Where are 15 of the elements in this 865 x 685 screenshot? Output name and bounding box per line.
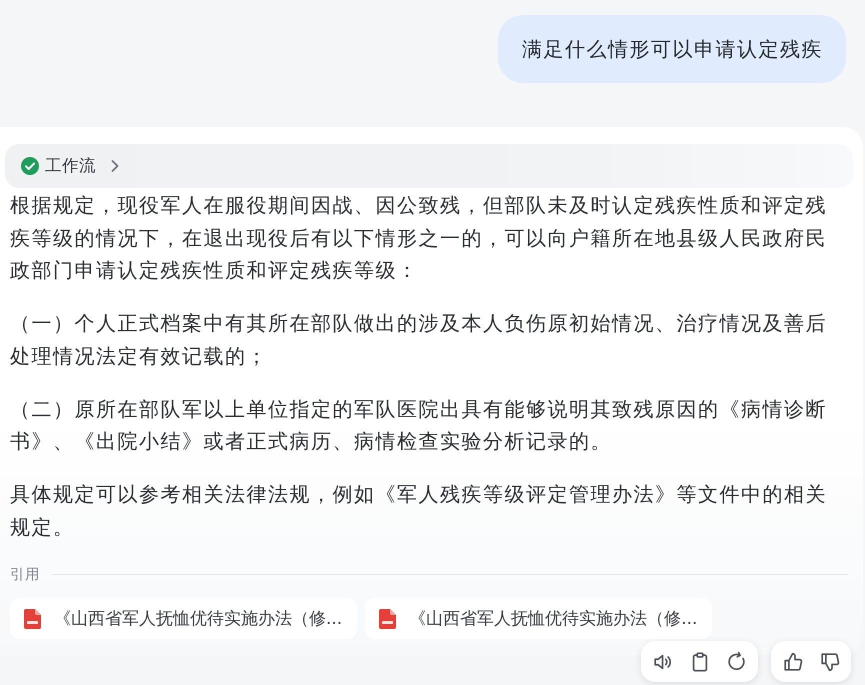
thumbs-down-icon [819,650,841,672]
answer-paragraph: 具体规定可以参考相关法律法规，例如《军人残疾等级评定管理办法》等文件中的相关规定。 [10,480,828,541]
like-button[interactable] [782,650,804,672]
document-icon [24,608,41,629]
answer-paragraph: 根据规定，现役军人在服役期间因战、因公致残，但部队未及时认定残疾性质和评定残疾等级的情况下，在退出现役后有以下情形之一的，可以向户籍所在地县级人民政府民政部门申请认定残疾性质和评定残疾等级： [10,192,828,284]
answer-paragraph: （二）原所在部队军以上单位指定的军队医院出具有能够说明其致残原因的《病情诊断书》、《出院小结》或者正式病历、病情检查实验分析记录的。 [10,396,828,456]
references-label: 引用 [10,566,40,584]
reference-link[interactable]: 《山西省军人抚恤优待实施办法（修... [365,598,712,640]
document-icon [379,608,396,629]
workflow-toggle[interactable]: 工作流 [5,144,853,188]
reference-link[interactable]: 《山西省军人抚恤优待实施办法（修... [10,598,358,640]
answer-paragraph: （一）个人正式档案中有其所在部队做出的涉及本人负伤原初始情况、治疗情况及善后处理情况法定有效记载的； [10,310,828,370]
dislike-button[interactable] [819,650,841,672]
thumbs-up-icon [782,650,804,672]
user-message: 满足什么情形可以申请认定残疾 [498,15,846,83]
